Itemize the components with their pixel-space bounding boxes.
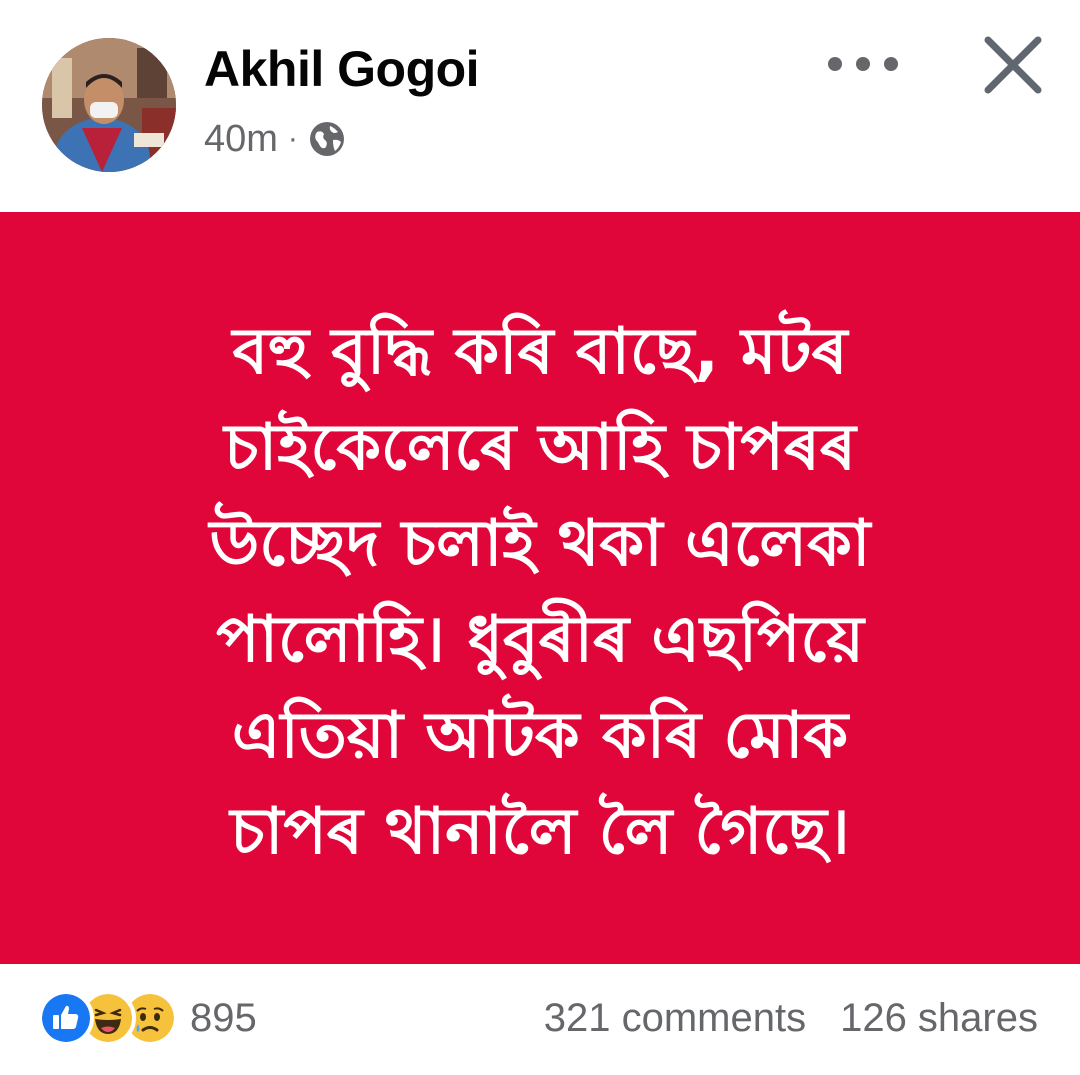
avatar-image [42,38,176,172]
reaction-count[interactable]: 895 [190,996,257,1041]
close-icon[interactable] [980,32,1046,98]
post-footer: 895 321 comments 126 shares [0,964,1080,1075]
timestamp[interactable]: 40m [204,118,278,161]
post-card: Akhil Gogoi 40m · বহু বুদ্ধি কৰি বাছে, ম… [0,0,1080,1075]
engagement-stats: 321 comments 126 shares [544,990,1038,1046]
comments-count[interactable]: 321 comments [544,996,806,1041]
shares-count[interactable]: 126 shares [840,996,1038,1041]
post-text-line: চাপৰ থানালৈ লৈ গৈছে। [230,795,850,869]
post-text: বহু বুদ্ধি কৰি বাছে, মটৰ চাইকেলেৰে আহি চ… [110,304,970,880]
post-text-line: বহু বুদ্ধি কৰি বাছে, মটৰ [232,315,848,389]
post-text-line: চাইকেলেৰে আহি চাপৰৰ [224,411,856,485]
post-text-line: উচ্ছেদ চলাই থকা এলেকা [209,507,871,581]
author-name[interactable]: Akhil Gogoi [204,40,480,98]
reaction-summary[interactable]: 895 [38,988,257,1048]
post-header: Akhil Gogoi 40m · [0,0,1080,212]
like-icon [38,990,94,1046]
post-text-line: এতিয়া আটক কৰি মোক [231,699,849,773]
meta-separator: · [287,122,298,155]
post-text-line: পালোহি। ধুবুৰীৰ এছপিয়ে [216,603,864,677]
post-content: বহু বুদ্ধি কৰি বাছে, মটৰ চাইকেলেৰে আহি চ… [0,212,1080,964]
avatar[interactable] [42,38,176,172]
globe-icon[interactable] [308,120,346,158]
post-meta: 40m · [204,114,346,164]
more-options-icon[interactable] [828,44,898,84]
